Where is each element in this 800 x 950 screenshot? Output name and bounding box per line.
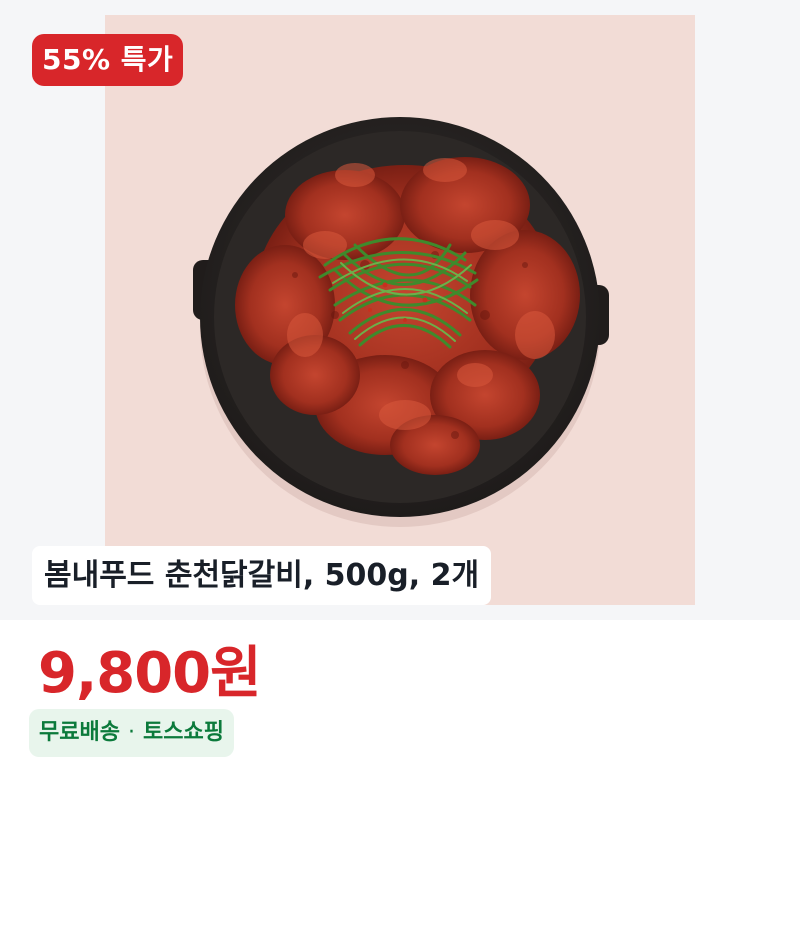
- store-label: 토스쇼핑: [142, 720, 224, 745]
- discount-badge: 55% 특가: [32, 34, 184, 86]
- product-price: 9,800원: [38, 641, 262, 706]
- separator-dot: ·: [127, 720, 135, 745]
- free-shipping-label: 무료배송: [39, 720, 120, 745]
- chicken-galbi-dish-icon: [193, 117, 609, 527]
- product-image[interactable]: [105, 15, 695, 605]
- product-hero[interactable]: 55% 특가 봄내푸드 춘천닭갈비, 500g, 2개: [0, 0, 800, 620]
- shipping-badge: 무료배송 · 토스쇼핑: [29, 709, 234, 757]
- product-title[interactable]: 봄내푸드 춘천닭갈비, 500g, 2개: [32, 546, 492, 605]
